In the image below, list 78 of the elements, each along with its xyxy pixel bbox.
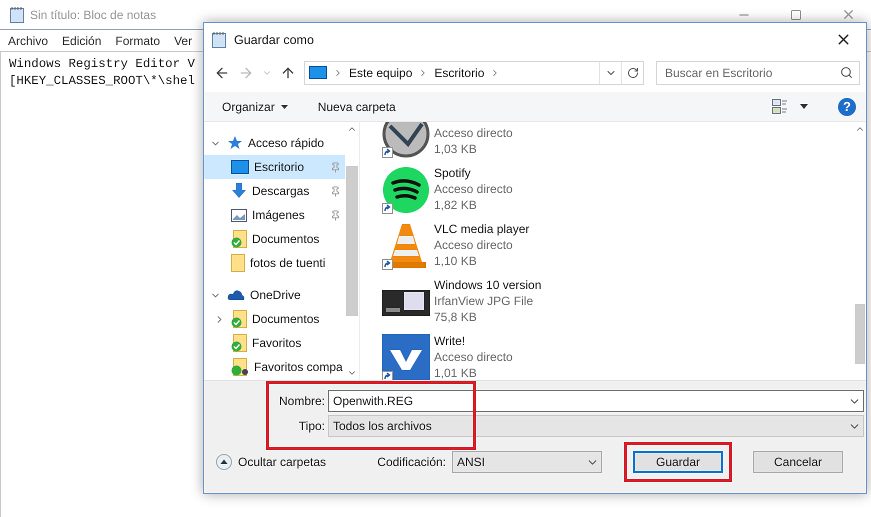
desktop-icon [231, 160, 249, 174]
scrollbar-thumb[interactable] [346, 166, 358, 316]
file-item[interactable]: Acceso directo 1,03 KB [382, 122, 854, 162]
cloud-icon [227, 289, 245, 301]
file-type: IrfanView JPG File [434, 293, 534, 309]
file-size: 1,03 KB [434, 141, 478, 157]
caret-icon [280, 104, 288, 108]
tree-item[interactable]: fotos de tuenti [204, 251, 345, 275]
file-size: 1,10 KB [434, 253, 478, 269]
file-name-field[interactable]: Openwith.REG [328, 390, 864, 412]
menu-item[interactable]: Formato [115, 34, 160, 48]
tree-item[interactable]: Documentos [204, 307, 345, 331]
tree-item[interactable]: Favoritos [204, 331, 345, 355]
tree-item[interactable]: Escritorio [204, 155, 345, 179]
hide-folders-button[interactable]: Ocultar carpetas [216, 454, 326, 470]
dialog-title: Guardar como [234, 32, 315, 46]
shared-folder-icon [231, 358, 249, 376]
caret-icon[interactable] [800, 104, 808, 109]
scrollbar[interactable] [854, 122, 866, 380]
breadcrumb[interactable]: Escritorio [434, 66, 484, 80]
window-title: Sin título: Bloc de notas [30, 8, 158, 22]
music-logo-icon [382, 166, 430, 214]
folder-check-icon [231, 230, 247, 248]
menu-item[interactable]: Edición [62, 34, 102, 48]
text-line: [HKEY_CLASSES_ROOT\*\shel [9, 73, 195, 90]
download-arrow-icon [231, 183, 247, 199]
scrollbar-thumb[interactable] [855, 304, 865, 364]
folder-icon [231, 254, 245, 272]
file-name: Windows 10 version [434, 277, 542, 293]
tree-item[interactable]: Favoritos compa [204, 355, 345, 379]
tree-item[interactable]: OneDrive [204, 283, 345, 307]
menu-item[interactable]: Ver [174, 34, 192, 48]
field-label: Nombre: [278, 394, 326, 408]
file-name: Write! [434, 333, 466, 349]
file-item[interactable]: Write! Acceso directo 1,01 KB [382, 330, 854, 380]
file-size: 1,82 KB [434, 197, 478, 213]
picture-icon [231, 208, 247, 222]
maximize-icon[interactable] [790, 8, 802, 20]
file-type: Acceso directo [434, 237, 514, 253]
file-type: Acceso directo [434, 349, 513, 365]
save-button[interactable]: Guardar [633, 451, 723, 473]
refresh-icon[interactable] [626, 67, 638, 79]
file-type: Acceso directo [434, 125, 513, 141]
notepad-icon [10, 6, 24, 22]
file-type-dropdown[interactable]: Todos los archivos [328, 415, 864, 437]
letter-logo-icon [382, 334, 430, 380]
tree-item[interactable]: Acceso rápido [204, 131, 345, 155]
new-folder-button[interactable]: Nueva carpeta [318, 100, 396, 114]
monitor-icon [309, 66, 327, 80]
tree-item[interactable]: Imágenes [204, 203, 345, 227]
menu-item[interactable]: Archivo [8, 34, 48, 48]
organize-menu[interactable]: Organizar [222, 100, 288, 114]
collapse-up-icon [216, 454, 232, 470]
view-options-icon[interactable] [772, 98, 788, 114]
breadcrumb[interactable]: Este equipo [349, 66, 412, 80]
address-bar[interactable]: Este equipo Escritorio [304, 61, 644, 85]
file-size: 75,8 KB [434, 309, 478, 325]
tree-item[interactable]: Descargas [204, 179, 345, 203]
file-item[interactable]: Spotify Acceso directo 1,82 KB [382, 162, 854, 218]
help-button[interactable]: ? [838, 98, 856, 116]
field-label: Tipo: [298, 419, 326, 433]
file-item[interactable]: VLC media player Acceso directo 1,10 KB [382, 218, 854, 274]
folder-check-icon [231, 310, 247, 328]
text-line: Windows Registry Editor V [9, 56, 195, 73]
file-item[interactable]: Windows 10 version IrfanView JPG File 75,8 KB [382, 274, 854, 330]
file-type: Acceso directo [434, 181, 513, 197]
tree-item[interactable]: Documentos [204, 227, 345, 251]
file-size: 1,01 KB [434, 365, 478, 380]
folder-check-icon [231, 334, 247, 352]
file-name: Spotify [434, 165, 472, 181]
file-name: VLC media player [434, 221, 530, 237]
encoding-dropdown[interactable]: ANSI [452, 451, 602, 473]
encoding-label: Codificación: [377, 455, 446, 469]
cancel-button[interactable]: Cancelar [753, 451, 843, 473]
notepad-icon [212, 32, 226, 48]
star-icon [227, 135, 243, 151]
search-icon [840, 66, 853, 79]
search-field[interactable]: Buscar en Escritorio [656, 61, 860, 85]
